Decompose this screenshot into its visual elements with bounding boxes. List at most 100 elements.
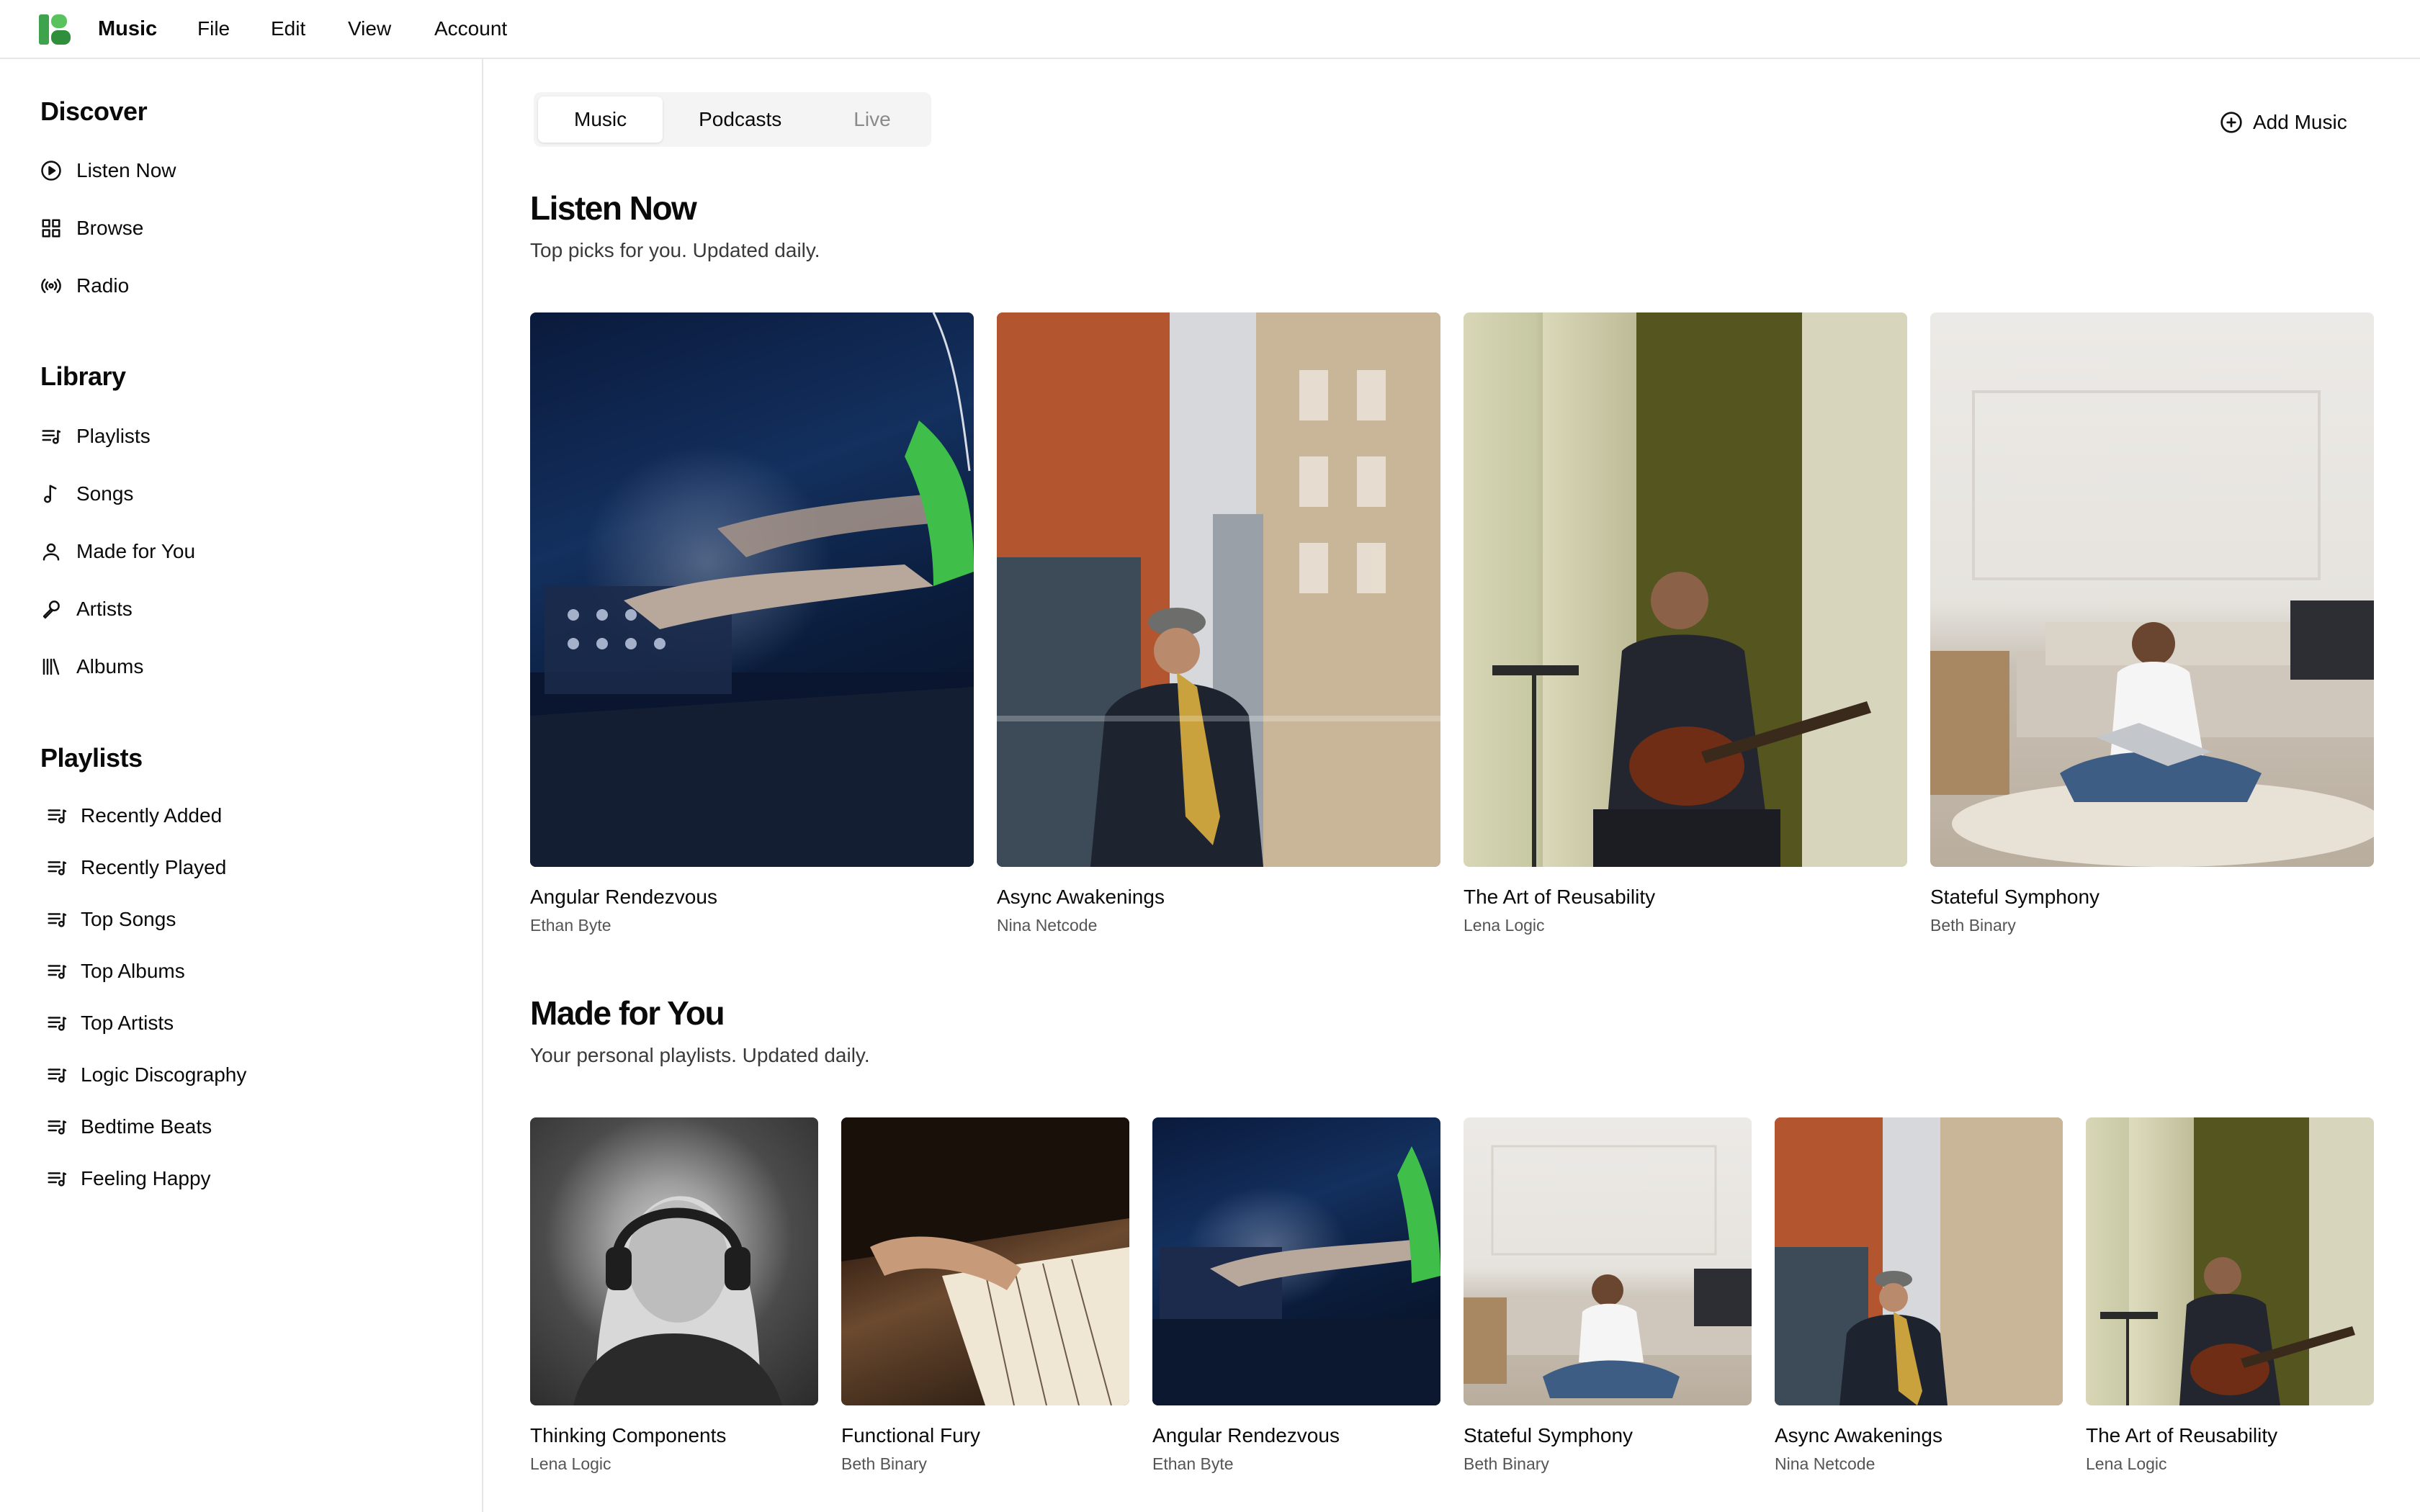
playlist-title[interactable]: Functional Fury (841, 1424, 980, 1447)
menu-app-name[interactable]: Music (98, 16, 157, 42)
playlist-artwork-piano (841, 1117, 1129, 1405)
user-icon (40, 541, 62, 562)
radio-icon (40, 275, 62, 297)
playlist-icon (40, 426, 62, 447)
content-tabs: Music Podcasts Live (534, 92, 931, 147)
sidebar-item-label: Made for You (76, 540, 196, 562)
sidebar-item-label: Browse (76, 217, 144, 239)
playlist-art[interactable] (1464, 1117, 1752, 1405)
sidebar-item-artists[interactable]: Artists (40, 590, 133, 629)
playlist-icon (46, 805, 68, 827)
tab-music[interactable]: Music (538, 96, 663, 143)
playlist-item-label: Bedtime Beats (81, 1115, 212, 1138)
sidebar-item-label: Artists (76, 598, 133, 620)
playlist-item-top-songs[interactable]: Top Songs (46, 900, 176, 939)
playlist-art[interactable] (530, 1117, 818, 1405)
album-artwork-guitarist (1492, 312, 1907, 867)
playlist-art[interactable] (1152, 1117, 1440, 1405)
playlist-title[interactable]: The Art of Reusability (2086, 1424, 2277, 1447)
sidebar-item-listen-now[interactable]: Listen Now (40, 151, 176, 190)
playlist-art[interactable] (2086, 1117, 2374, 1405)
playlist-item-label: Feeling Happy (81, 1167, 211, 1189)
playlist-art[interactable] (841, 1117, 1129, 1405)
playlist-item-label: Recently Played (81, 856, 227, 878)
sidebar-item-radio[interactable]: Radio (40, 266, 129, 305)
tab-live: Live (853, 108, 891, 130)
playlist-artwork-street-saxophone (1775, 1117, 2063, 1405)
album-artwork-dj-hands (530, 312, 974, 867)
playlist-item-label: Top Artists (81, 1012, 174, 1034)
album-art[interactable] (997, 312, 1440, 867)
made-for-you-subtitle: Your personal playlists. Updated daily. (530, 1044, 870, 1066)
playlist-icon (46, 1116, 68, 1138)
add-music-button[interactable]: Add Music (2211, 101, 2356, 144)
playlist-artist: Ethan Byte (1152, 1454, 1234, 1473)
playlist-artist: Lena Logic (530, 1454, 611, 1473)
playlist-title[interactable]: Async Awakenings (1775, 1424, 1942, 1447)
playlist-title[interactable]: Angular Rendezvous (1152, 1424, 1340, 1447)
album-artist: Beth Binary (1930, 916, 2016, 935)
sidebar-item-made-for-you[interactable]: Made for You (40, 532, 195, 571)
playlist-icon (46, 909, 68, 930)
microphone-icon (40, 598, 62, 620)
playlist-icon (46, 960, 68, 982)
album-artist: Ethan Byte (530, 916, 611, 935)
album-title[interactable]: The Art of Reusability (1464, 886, 1655, 909)
playlist-item-top-albums[interactable]: Top Albums (46, 952, 185, 991)
playlist-artist: Beth Binary (841, 1454, 927, 1473)
playlist-title[interactable]: Thinking Components (530, 1424, 726, 1447)
menu-edit[interactable]: Edit (271, 16, 305, 42)
album-artwork-laptop-listener (1930, 390, 2374, 867)
sidebar-item-browse[interactable]: Browse (40, 209, 143, 248)
sidebar-item-label: Albums (76, 655, 144, 678)
playlist-item-label: Top Albums (81, 960, 185, 982)
tab-podcasts[interactable]: Podcasts (663, 96, 817, 143)
plus-circle-icon (2220, 112, 2242, 133)
playlist-art[interactable] (1775, 1117, 2063, 1405)
app-logo-icon (39, 14, 71, 45)
playlist-item-recently-played[interactable]: Recently Played (46, 848, 226, 887)
menu-bar: Music File Edit View Account (0, 0, 2420, 59)
playlist-artist: Lena Logic (2086, 1454, 2167, 1473)
library-icon (40, 656, 62, 678)
sidebar-item-songs[interactable]: Songs (40, 474, 133, 513)
sidebar-item-albums[interactable]: Albums (40, 647, 143, 686)
album-art[interactable] (530, 312, 974, 867)
add-music-label: Add Music (2253, 111, 2347, 133)
playlist-icon (46, 857, 68, 878)
playlist-artwork-dj-hands (1152, 1146, 1440, 1405)
album-artist: Lena Logic (1464, 916, 1545, 935)
album-art[interactable] (1464, 312, 1907, 867)
playlist-title[interactable]: Stateful Symphony (1464, 1424, 1633, 1447)
playlist-artwork-guitarist (2100, 1117, 2374, 1405)
sidebar-item-label: Songs (76, 482, 134, 505)
menu-file[interactable]: File (197, 16, 230, 42)
music-note-icon (40, 483, 62, 505)
playlist-item-recently-added[interactable]: Recently Added (46, 796, 222, 835)
playlist-item-feeling-happy[interactable]: Feeling Happy (46, 1159, 211, 1198)
sidebar-item-label: Playlists (76, 425, 151, 447)
playlists-heading: Playlists (40, 743, 143, 773)
playlist-item-label: Logic Discography (81, 1063, 247, 1086)
album-title[interactable]: Angular Rendezvous (530, 886, 717, 909)
playlist-icon (46, 1064, 68, 1086)
playlist-item-top-artists[interactable]: Top Artists (46, 1004, 174, 1043)
album-title[interactable]: Async Awakenings (997, 886, 1165, 909)
playlist-item-logic-discography[interactable]: Logic Discography (46, 1056, 246, 1094)
sidebar-item-label: Listen Now (76, 159, 176, 181)
playlist-icon (46, 1012, 68, 1034)
album-title[interactable]: Stateful Symphony (1930, 886, 2099, 909)
library-heading: Library (40, 361, 126, 391)
menu-view[interactable]: View (348, 16, 391, 42)
play-circle-icon (40, 160, 62, 181)
playlist-artwork-laptop-listener (1464, 1145, 1752, 1398)
menu-account[interactable]: Account (434, 16, 507, 42)
album-artwork-street-saxophone (997, 312, 1440, 867)
made-for-you-title: Made for You (530, 994, 725, 1032)
playlist-icon (46, 1168, 68, 1189)
album-art[interactable] (1930, 312, 2374, 867)
sidebar-item-playlists[interactable]: Playlists (40, 417, 151, 456)
playlist-item-bedtime-beats[interactable]: Bedtime Beats (46, 1107, 212, 1146)
playlist-item-label: Top Songs (81, 908, 176, 930)
sidebar: Discover Listen Now Browse Radio Library… (0, 59, 483, 1512)
